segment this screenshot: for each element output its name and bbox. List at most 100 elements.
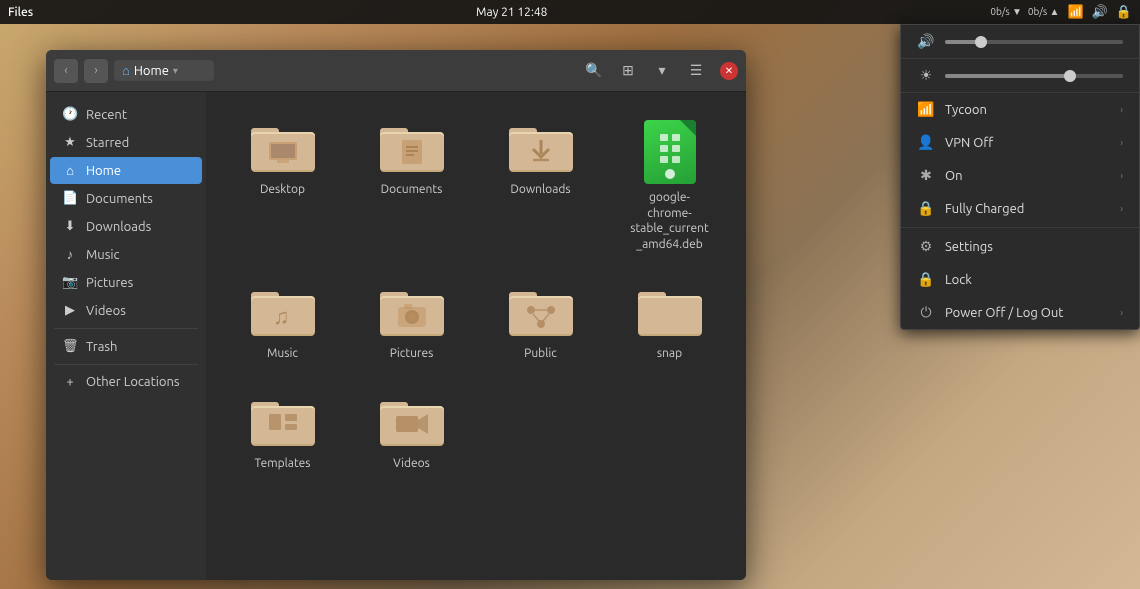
- sidebar-label-starred: Starred: [86, 136, 129, 150]
- sidebar-item-downloads[interactable]: ⬇ Downloads: [50, 213, 202, 240]
- sidebar-label-downloads: Downloads: [86, 220, 151, 234]
- file-item-music[interactable]: ♫ Music: [222, 272, 343, 374]
- popup-separator-1: [901, 227, 1139, 228]
- brightness-popup-icon: ☀: [917, 67, 935, 84]
- popup-wifi-item[interactable]: 📶 Tycoon ›: [901, 93, 1139, 126]
- sidebar-label-recent: Recent: [86, 108, 127, 122]
- desktop-folder-icon: [251, 120, 315, 176]
- sidebar-item-music[interactable]: ♪ Music: [50, 241, 202, 268]
- popup-battery-item[interactable]: 🔒 Fully Charged ›: [901, 192, 1139, 225]
- templates-folder-icon: [251, 394, 315, 450]
- taskbar-datetime: May 21 12:48: [476, 6, 547, 19]
- bluetooth-popup-icon: ✱: [917, 167, 935, 184]
- file-item-snap[interactable]: snap: [609, 272, 730, 374]
- file-item-pictures[interactable]: Pictures: [351, 272, 472, 374]
- desktop-label: Desktop: [260, 182, 305, 198]
- sidebar-label-trash: Trash: [86, 340, 117, 354]
- view-toggle-button[interactable]: ⊞: [614, 57, 642, 85]
- pictures-icon: 📷: [62, 275, 78, 290]
- title-bar: ‹ › ⌂ Home ▾ 🔍 ⊞ ▾ ☰ ✕: [46, 50, 746, 92]
- file-item-documents[interactable]: Documents: [351, 108, 472, 264]
- file-item-templates[interactable]: Templates: [222, 382, 343, 484]
- sidebar-label-music: Music: [86, 248, 120, 262]
- file-item-desktop[interactable]: Desktop: [222, 108, 343, 264]
- battery-arrow: ›: [1120, 203, 1123, 214]
- location-dropdown-arrow: ▾: [173, 65, 178, 77]
- popup-poweroff-item[interactable]: ⏻ Power Off / Log Out ›: [901, 296, 1139, 329]
- music-icon: ♪: [62, 247, 78, 262]
- poweroff-label: Power Off / Log Out: [945, 306, 1063, 320]
- sidebar-item-starred[interactable]: ★ Starred: [50, 129, 202, 156]
- file-item-chrome-deb[interactable]: google-chrome-stable_current_amd64.deb: [609, 108, 730, 264]
- sidebar-item-pictures[interactable]: 📷 Pictures: [50, 269, 202, 296]
- net-up: 0b/s ▲: [1028, 6, 1060, 18]
- documents-label: Documents: [381, 182, 443, 198]
- bluetooth-label: On: [945, 169, 963, 183]
- trash-icon: 🗑: [62, 339, 78, 354]
- back-button[interactable]: ‹: [54, 59, 78, 83]
- snap-label: snap: [657, 346, 682, 362]
- zip-file-icon: [644, 120, 696, 184]
- file-item-public[interactable]: Public: [480, 272, 601, 374]
- location-label: Home: [134, 64, 169, 78]
- lock-popup-icon: 🔒: [917, 271, 935, 288]
- sort-button[interactable]: ▾: [648, 57, 676, 85]
- chrome-deb-label: google-chrome-stable_current_amd64.deb: [630, 190, 710, 252]
- documents-icon: 📄: [62, 191, 78, 206]
- music-label: Music: [267, 346, 298, 362]
- sidebar-item-documents[interactable]: 📄 Documents: [50, 185, 202, 212]
- pictures-folder-icon: [380, 284, 444, 340]
- main-content: Desktop: [206, 92, 746, 580]
- search-button[interactable]: 🔍: [580, 57, 608, 85]
- sidebar-label-videos: Videos: [86, 304, 126, 318]
- svg-text:♫: ♫: [273, 304, 290, 329]
- popup-vpn-item[interactable]: 👤 VPN Off ›: [901, 126, 1139, 159]
- sidebar-item-recent[interactable]: 🕐 Recent: [50, 101, 202, 128]
- sidebar-item-videos[interactable]: ▶ Videos: [50, 297, 202, 324]
- downloads-icon: ⬇: [62, 219, 78, 234]
- popup-lock-item[interactable]: 🔒 Lock: [901, 263, 1139, 296]
- sidebar: 🕐 Recent ★ Starred ⌂ Home 📄 Documents ⬇ …: [46, 92, 206, 580]
- menu-button[interactable]: ☰: [682, 57, 710, 85]
- sidebar-item-home[interactable]: ⌂ Home: [50, 157, 202, 184]
- forward-button[interactable]: ›: [84, 59, 108, 83]
- net-info: 0b/s ▼ 0b/s ▲: [990, 6, 1059, 18]
- net-down: 0b/s ▼: [990, 6, 1022, 18]
- volume-slider-track[interactable]: [945, 40, 1123, 44]
- vpn-arrow: ›: [1120, 137, 1123, 148]
- brightness-slider-track[interactable]: [945, 74, 1123, 78]
- location-bar[interactable]: ⌂ Home ▾: [114, 60, 214, 81]
- videos-folder-icon: [380, 394, 444, 450]
- file-item-videos[interactable]: Videos: [351, 382, 472, 484]
- wifi-label: Tycoon: [945, 103, 987, 117]
- sidebar-item-other-locations[interactable]: + Other Locations: [50, 369, 202, 395]
- volume-slider-thumb: [975, 36, 987, 48]
- sidebar-label-other: Other Locations: [86, 375, 180, 389]
- sys-tray-popup: 🔊 ☀ 📶 Tycoon › 👤 VPN Off › ✱ On › 🔒 Full…: [900, 24, 1140, 330]
- popup-settings-item[interactable]: ⚙ Settings: [901, 230, 1139, 263]
- battery-taskbar-icon[interactable]: 🔒: [1116, 5, 1132, 20]
- close-button[interactable]: ✕: [720, 62, 738, 80]
- sidebar-label-pictures: Pictures: [86, 276, 133, 290]
- poweroff-popup-icon: ⏻: [917, 304, 935, 321]
- volume-taskbar-icon[interactable]: 🔊: [1092, 5, 1108, 20]
- settings-popup-icon: ⚙: [917, 238, 935, 255]
- vpn-popup-icon: 👤: [917, 134, 935, 151]
- sidebar-item-trash[interactable]: 🗑 Trash: [50, 333, 202, 360]
- home-icon: ⌂: [122, 63, 130, 78]
- videos-icon: ▶: [62, 303, 78, 318]
- popup-bluetooth-item[interactable]: ✱ On ›: [901, 159, 1139, 192]
- wifi-taskbar-icon[interactable]: 📶: [1067, 5, 1083, 20]
- brightness-slider-row: ☀: [901, 59, 1139, 93]
- downloads-folder-icon: [509, 120, 573, 176]
- window-body: 🕐 Recent ★ Starred ⌂ Home 📄 Documents ⬇ …: [46, 92, 746, 580]
- brightness-slider-fill: [945, 74, 1070, 78]
- files-grid: Desktop: [222, 108, 730, 484]
- taskbar: Files May 21 12:48 0b/s ▼ 0b/s ▲ 📶 🔊 🔒: [0, 0, 1140, 24]
- battery-label: Fully Charged: [945, 202, 1024, 216]
- wifi-arrow: ›: [1120, 104, 1123, 115]
- templates-label: Templates: [255, 456, 311, 472]
- file-item-downloads[interactable]: Downloads: [480, 108, 601, 264]
- poweroff-arrow: ›: [1120, 307, 1123, 318]
- documents-folder-icon: [380, 120, 444, 176]
